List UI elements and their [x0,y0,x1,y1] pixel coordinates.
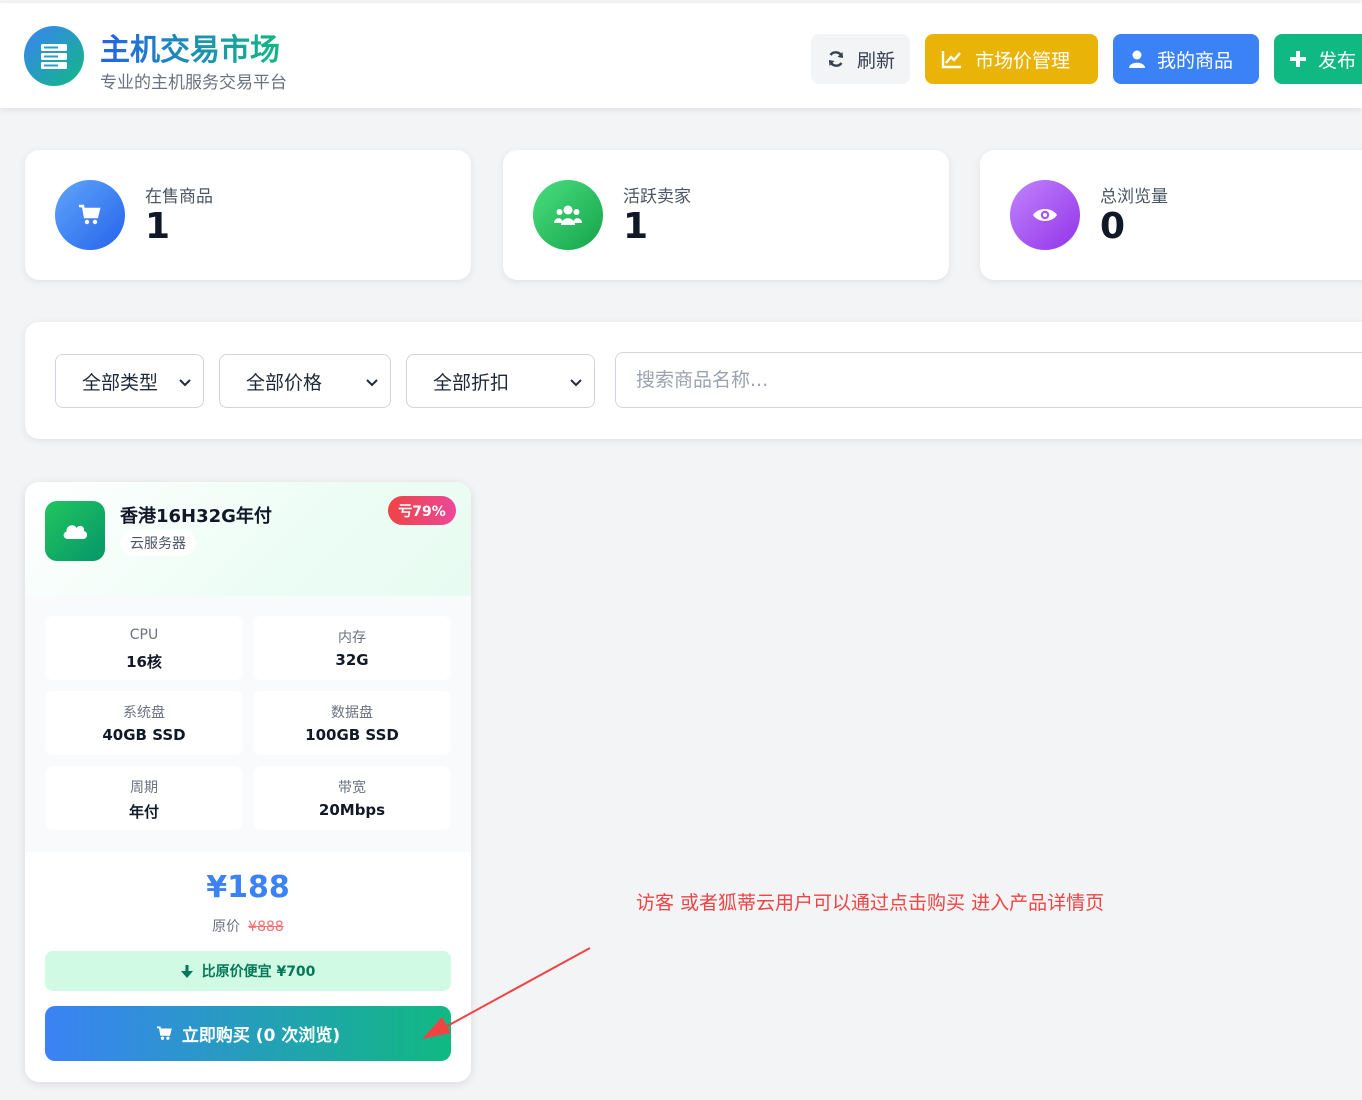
publish-button[interactable]: 发布 [1274,34,1362,84]
stat-value: 1 [623,206,649,247]
refresh-label: 刷新 [857,49,896,72]
spec-system-disk: 系统盘 40GB SSD [45,691,243,755]
buy-now-button[interactable]: 立即购买 (0 次浏览) [45,1006,451,1061]
page-subtitle: 专业的主机服务交易平台 [100,73,287,93]
chevron-down-icon [570,370,582,392]
filter-bar: 全部类型 全部价格 全部折扣 [25,322,1362,439]
stat-card-views: 总浏览量 0 [980,150,1362,280]
app-header: 主机交易市场 专业的主机服务交易平台 刷新 市场价管理 我的商品 发布 [0,3,1362,108]
stat-label: 活跃卖家 [623,187,691,207]
discount-select[interactable]: 全部折扣 [406,354,595,408]
price-select[interactable]: 全部价格 [219,354,391,408]
market-price-button[interactable]: 市场价管理 [925,34,1098,84]
page-title: 主机交易市场 [100,25,280,69]
users-icon [533,180,603,250]
my-products-button[interactable]: 我的商品 [1113,34,1259,84]
stat-card-sellers: 活跃卖家 1 [503,150,949,280]
stat-value: 0 [1100,206,1126,247]
savings-badge: 比原价便宜 ¥700 [45,951,451,991]
my-products-label: 我的商品 [1157,49,1234,72]
cart-icon [156,1026,173,1041]
search-input[interactable] [615,352,1362,408]
original-price-label: 原价 [212,919,241,935]
spec-data-disk: 数据盘 100GB SSD [253,691,451,755]
arrow-down-icon [180,964,193,978]
cart-icon [55,180,125,250]
discount-select-value: 全部折扣 [433,371,510,394]
spec-bandwidth: 带宽 20Mbps [253,766,451,830]
stat-card-products: 在售商品 1 [25,150,471,280]
product-header: 香港16H32G年付 云服务器 亏79% [25,482,471,596]
savings-text: 比原价便宜 ¥700 [201,964,316,980]
eye-icon [1010,180,1080,250]
type-select[interactable]: 全部类型 [55,354,204,408]
publish-label: 发布 [1318,49,1357,72]
server-logo-icon [24,26,84,86]
product-name: 香港16H32G年付 [120,506,272,527]
stat-label: 总浏览量 [1100,187,1168,207]
buy-now-label: 立即购买 (0 次浏览) [181,1026,341,1046]
discount-badge: 亏79% [388,496,456,525]
product-card: 香港16H32G年付 云服务器 亏79% CPU 16核 内存 32G 系统盘 … [25,482,471,1082]
chevron-down-icon [179,370,191,392]
type-select-value: 全部类型 [82,371,159,394]
product-category-tag: 云服务器 [120,530,196,556]
price-select-value: 全部价格 [246,371,323,394]
stat-value: 1 [145,206,171,247]
refresh-icon [827,50,845,68]
plus-icon [1290,51,1306,67]
line-chart-icon [941,49,963,69]
market-price-label: 市场价管理 [975,49,1071,72]
spec-cpu: CPU 16核 [45,616,243,680]
chevron-down-icon [366,370,378,392]
product-specs: CPU 16核 内存 32G 系统盘 40GB SSD 数据盘 100GB SS… [25,596,471,852]
original-price-value: ¥888 [248,919,284,935]
cloud-icon [45,501,105,561]
product-price: ¥188 [206,870,290,905]
annotation-note: 访客 或者狐蒂云用户可以通过点击购买 进入产品详情页 [636,892,1105,914]
user-icon [1129,50,1145,68]
original-price: 原价 ¥888 [25,916,471,936]
spec-period: 周期 年付 [45,766,243,830]
refresh-button[interactable]: 刷新 [811,34,910,84]
stat-label: 在售商品 [145,187,213,207]
spec-memory: 内存 32G [253,616,451,680]
